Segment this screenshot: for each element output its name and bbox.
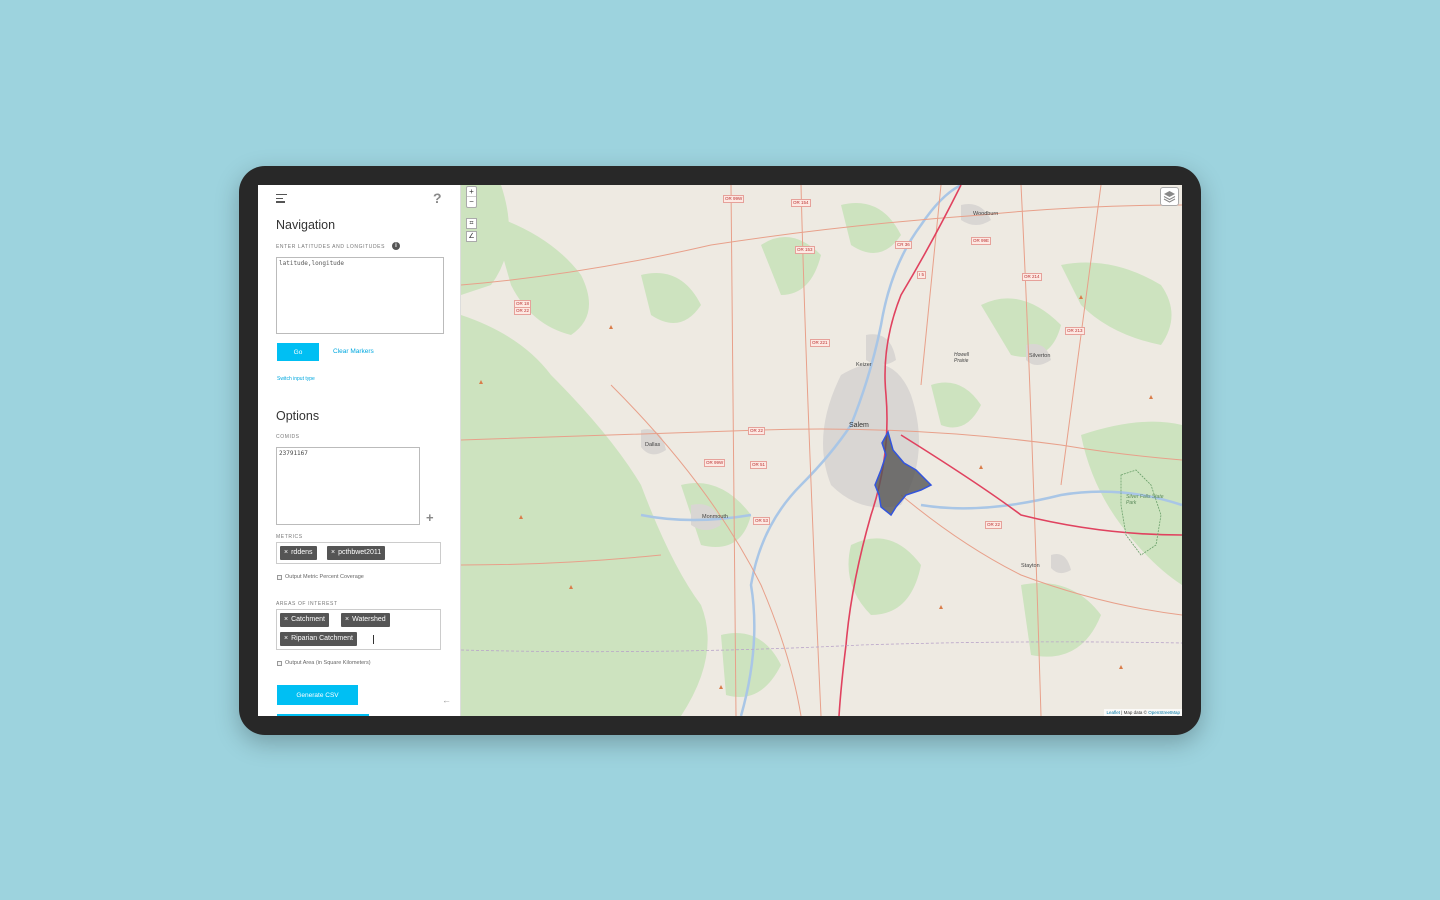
route-shield: OR 154 [791,199,811,207]
place-stayton: Stayton [1021,563,1040,569]
layers-icon[interactable] [1160,187,1179,206]
map-attribution: Leaflet | Map data © OpenStreetMap [1104,709,1182,716]
route-shield: OR 22 [514,307,532,315]
help-icon[interactable]: ? [433,190,442,206]
route-shield: OR 99W [704,459,726,467]
route-shield: OR 22 [985,521,1003,529]
aoi-tag[interactable]: × Watershed [341,613,390,627]
leaflet-link[interactable]: Leaflet [1106,710,1120,715]
close-icon[interactable]: × [345,616,349,623]
sidebar: ? Navigation ENTER LATITUDES AND LONGITU… [258,185,461,716]
metric-tag[interactable]: × rddens [280,546,317,560]
comids-label: COMIDS [276,434,300,440]
switch-input-type-link[interactable]: Switch input type [277,376,315,382]
route-shield: OR 214 [1022,273,1042,281]
output-area-checkbox[interactable]: Output Area (in Square Kilometers) [277,660,371,666]
route-shield: OR 99E [971,237,992,245]
secondary-button-partial[interactable] [277,714,369,716]
route-shield: OR 22 [748,427,766,435]
route-shield: OR 51 [750,461,768,469]
info-icon[interactable]: i [392,242,400,250]
close-icon[interactable]: × [284,635,288,642]
place-silver-falls: Silver Falls State Park [1126,494,1164,506]
place-keizer: Keizer [856,362,872,368]
close-icon[interactable]: × [284,549,288,556]
place-howell-prairie: Howell Prairie [954,352,970,364]
close-icon[interactable]: × [331,549,335,556]
place-woodburn: Woodburn [973,211,999,217]
route-shield: OR 153 [795,246,815,254]
place-salem: Salem [849,422,869,429]
text-caret [373,635,374,644]
zoom-in-icon[interactable]: + [467,187,476,197]
osm-link[interactable]: OpenStreetMap [1148,710,1180,715]
place-dallas: Dallas [645,442,661,448]
comids-input[interactable]: 23791167 [276,447,420,525]
clear-markers-link[interactable]: Clear Markers [333,348,374,355]
route-shield: OR 99W [723,195,745,203]
aoi-tag[interactable]: × Riparian Catchment [280,632,357,646]
draw-rectangle-icon[interactable]: ⌗ [466,218,477,229]
tablet-frame: ? Navigation ENTER LATITUDES AND LONGITU… [239,166,1201,735]
aoi-label: AREAS OF INTEREST [276,601,338,607]
place-silverton: Silverton [1029,353,1051,359]
metric-coverage-checkbox[interactable]: Output Metric Percent Coverage [277,574,364,580]
zoom-out-icon[interactable]: − [467,197,476,207]
place-monmouth: Monmouth [702,514,728,520]
coords-label: ENTER LATITUDES AND LONGITUDES [276,244,386,250]
aoi-tag[interactable]: × Catchment [280,613,329,627]
route-shield: OR 53 [753,517,771,525]
draw-polyline-icon[interactable]: ∠ [466,231,477,242]
coords-input[interactable] [276,257,444,334]
add-icon[interactable]: + [426,510,434,525]
zoom-control: + − [466,186,477,208]
go-button[interactable]: Go [277,343,319,361]
map-tiles [461,185,1182,716]
route-shield: OR 213 [1065,327,1085,335]
route-shield: CR 36 [895,241,912,249]
aoi-select[interactable]: × Catchment × Watershed × Riparian Catchmen… [276,609,441,650]
menu-icon[interactable] [276,194,287,203]
map-view[interactable]: Salem Keizer Dallas Monmouth Woodburn Si… [461,185,1182,716]
route-shield: I 5 [917,271,927,279]
route-shield: OR 221 [810,339,830,347]
collapse-arrow-icon[interactable]: ← [442,695,451,705]
metrics-select[interactable]: × rddens × pcthbwet2011 [276,542,441,564]
navigation-title: Navigation [276,218,336,232]
metric-tag[interactable]: × pcthbwet2011 [327,546,386,560]
close-icon[interactable]: × [284,616,288,623]
app-screen: ? Navigation ENTER LATITUDES AND LONGITU… [258,185,1182,716]
metrics-label: METRICS [276,534,303,540]
generate-csv-button[interactable]: Generate CSV [277,685,358,705]
options-title: Options [276,409,320,423]
